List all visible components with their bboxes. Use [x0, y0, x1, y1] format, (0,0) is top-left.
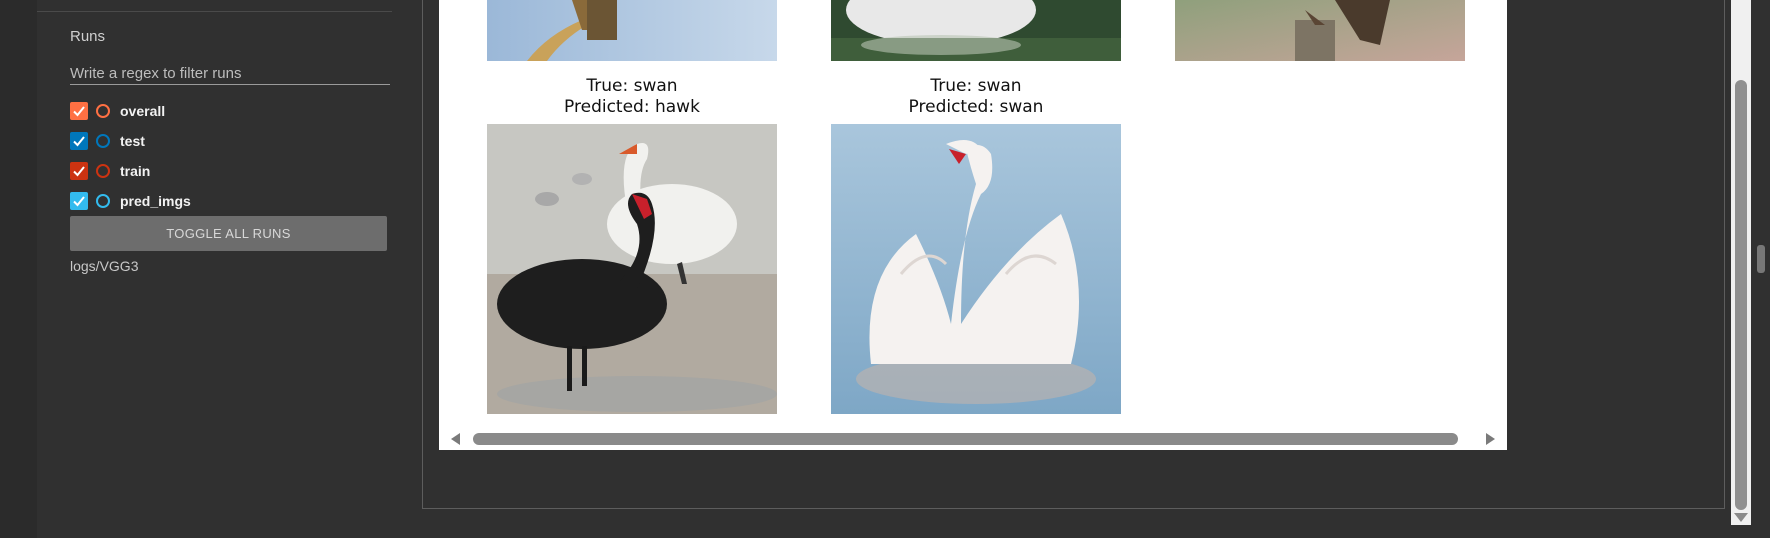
left-gutter	[0, 0, 37, 538]
run-item-overall[interactable]: overall	[70, 100, 165, 122]
radio-ring-icon[interactable]	[96, 104, 110, 118]
run-item-test[interactable]: test	[70, 130, 145, 152]
page-scroll-thumb[interactable]	[1757, 245, 1765, 273]
radio-ring-icon[interactable]	[96, 164, 110, 178]
true-label: True: swan	[586, 76, 678, 96]
check-icon	[73, 196, 85, 207]
run-filter-input[interactable]	[70, 62, 390, 85]
run-label: train	[120, 163, 151, 179]
check-icon	[73, 106, 85, 117]
runs-sidebar: Runs overall test train pred_imgs TOGGLE…	[37, 0, 422, 538]
check-icon	[73, 136, 85, 147]
image-white-swan	[831, 124, 1121, 414]
image-card-black-swan: True: swan Predicted: hawk	[487, 76, 777, 419]
run-checkbox[interactable]	[70, 132, 88, 150]
runs-title: Runs	[70, 28, 106, 45]
horizontal-scroll-thumb[interactable]	[473, 433, 1458, 445]
sidebar-divider	[37, 11, 392, 12]
vertical-scroll-thumb[interactable]	[1735, 80, 1747, 510]
true-label: True: swan	[930, 76, 1022, 96]
toggle-all-runs-button[interactable]: TOGGLE ALL RUNS	[70, 216, 387, 251]
run-label: test	[120, 133, 145, 149]
image-crop-swan-water	[831, 0, 1121, 61]
run-checkbox[interactable]	[70, 192, 88, 210]
image-card-white-swan: True: swan Predicted: swan	[831, 76, 1121, 419]
run-item-pred-imgs[interactable]: pred_imgs	[70, 190, 191, 212]
run-checkbox[interactable]	[70, 162, 88, 180]
run-checkbox[interactable]	[70, 102, 88, 120]
vertical-scrollbar[interactable]	[1731, 0, 1751, 525]
scroll-down-icon[interactable]	[1734, 513, 1748, 522]
predicted-label: Predicted: swan	[908, 97, 1044, 117]
image-black-swan	[487, 124, 777, 414]
predicted-label: Predicted: hawk	[564, 97, 700, 117]
run-label: pred_imgs	[120, 193, 191, 209]
log-directory: logs/VGG3	[70, 258, 139, 274]
image-crop-hawk-branch	[487, 0, 777, 61]
image-viewer: True: swan Predicted: hawk True: swan Pr…	[439, 0, 1507, 450]
radio-ring-icon[interactable]	[96, 194, 110, 208]
check-icon	[73, 166, 85, 177]
scroll-left-icon[interactable]	[451, 433, 460, 445]
radio-ring-icon[interactable]	[96, 134, 110, 148]
image-crop-hawk-post	[1175, 0, 1465, 61]
run-label: overall	[120, 103, 166, 119]
run-item-train[interactable]: train	[70, 160, 150, 182]
scroll-right-icon[interactable]	[1486, 433, 1495, 445]
horizontal-scrollbar[interactable]	[448, 430, 1498, 448]
